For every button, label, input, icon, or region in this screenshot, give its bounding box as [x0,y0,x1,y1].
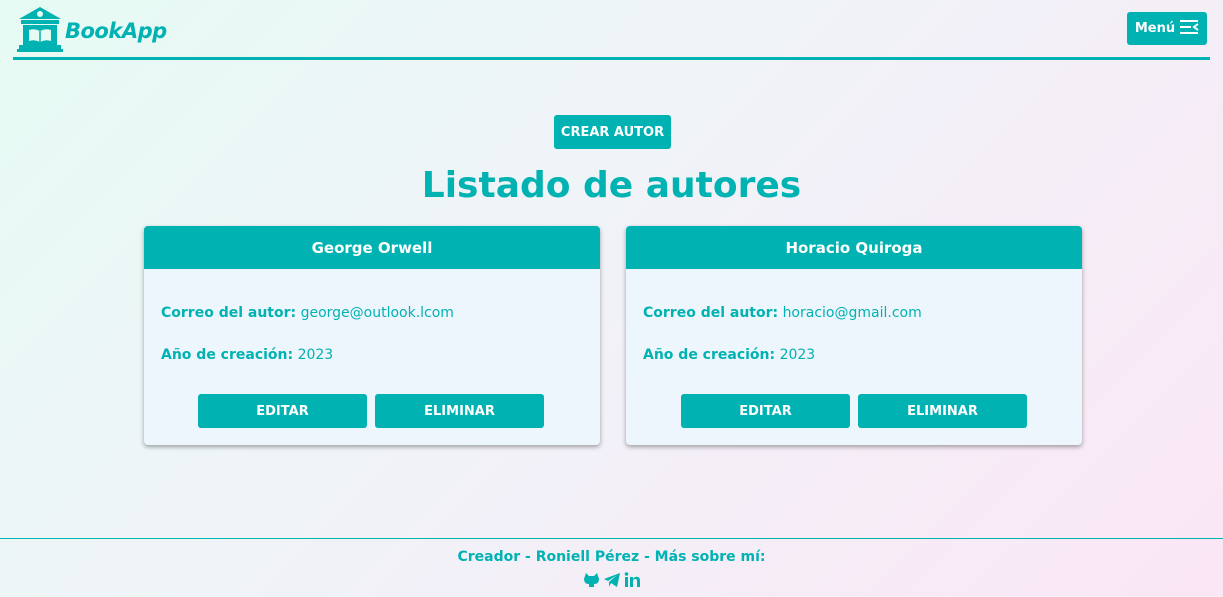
delete-button[interactable]: ELIMINAR [858,394,1027,428]
logo-text: BookApp [65,19,167,43]
year-label: Año de creación: [161,347,294,363]
author-email-row: Correo del autor: horacio@gmail.com [643,305,922,321]
logo[interactable]: BookApp [17,5,167,57]
author-year-row: Año de creación: 2023 [161,347,333,363]
library-icon [17,5,63,57]
edit-button[interactable]: EDITAR [681,394,850,428]
author-name: Horacio Quiroga [626,226,1082,269]
author-year: 2023 [297,347,334,363]
social-links [0,572,1223,588]
author-email: horacio@gmail.com [782,305,922,321]
github-icon[interactable] [583,572,600,588]
author-card: Horacio Quiroga Correo del autor: horaci… [626,226,1082,445]
author-email-row: Correo del autor: george@outlook.lcom [161,305,454,321]
menu-label: Menú [1134,21,1176,36]
page-title: Listado de autores [421,165,802,206]
author-year-row: Año de creación: 2023 [643,347,815,363]
app-header: BookApp Menú [13,0,1210,60]
author-year: 2023 [779,347,816,363]
footer: Creador - Roniell Pérez - Más sobre mí: [0,538,1223,597]
create-author-button[interactable]: CREAR AUTOR [554,115,671,149]
email-label: Correo del autor: [161,305,297,321]
linkedin-icon[interactable] [624,572,641,588]
author-email: george@outlook.lcom [300,305,454,321]
menu-collapse-icon [1179,19,1199,39]
menu-button[interactable]: Menú [1127,12,1207,45]
footer-credits: Creador - Roniell Pérez - Más sobre mí: [457,549,766,565]
email-label: Correo del autor: [643,305,779,321]
telegram-icon[interactable] [603,572,621,588]
delete-button[interactable]: ELIMINAR [375,394,544,428]
author-name: George Orwell [144,226,600,269]
author-card: George Orwell Correo del autor: george@o… [144,226,600,445]
year-label: Año de creación: [643,347,776,363]
edit-button[interactable]: EDITAR [198,394,367,428]
